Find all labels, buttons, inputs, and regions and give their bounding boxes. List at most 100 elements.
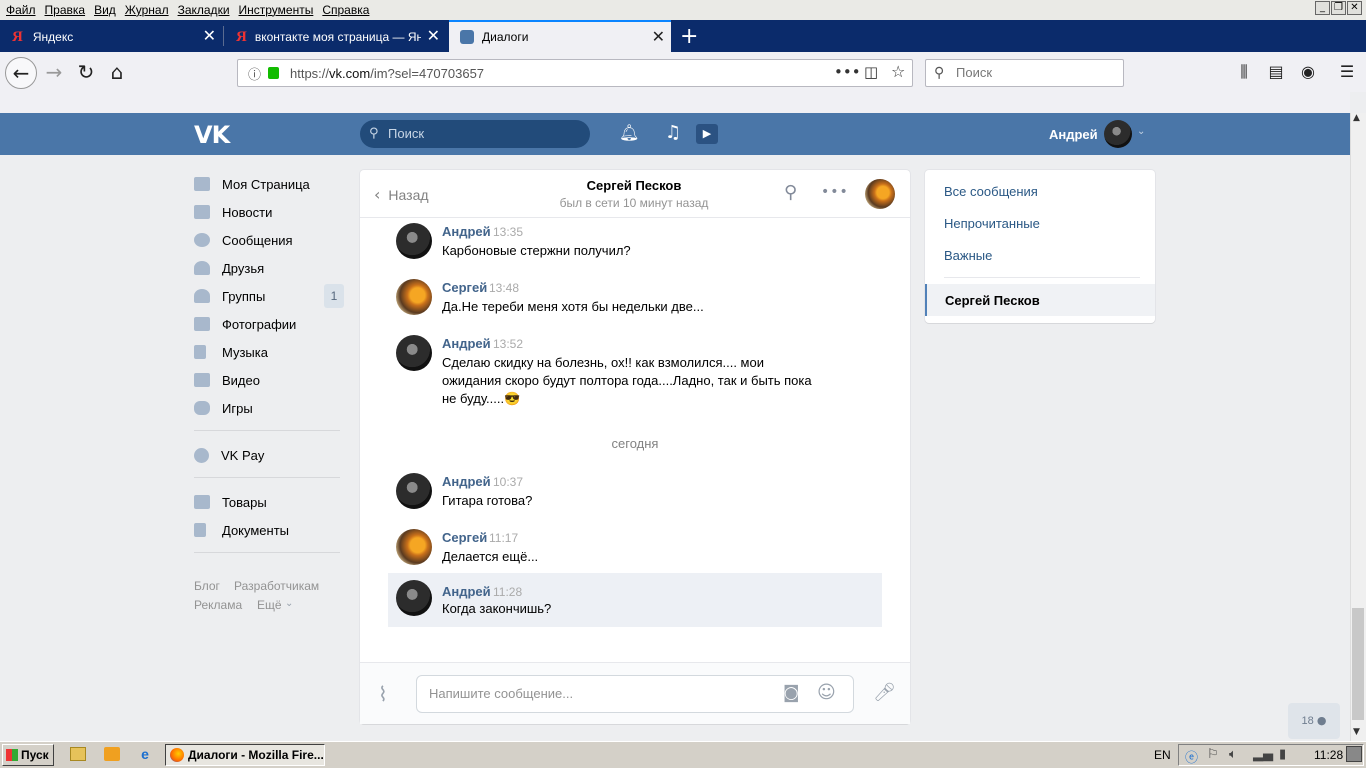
home-button[interactable]: ⌂: [103, 58, 131, 86]
filter-unread[interactable]: Непрочитанные: [944, 216, 1040, 231]
bell-icon[interactable]: 🔔︎: [619, 123, 639, 142]
menu-file[interactable]: Файл: [6, 3, 36, 17]
footer-link-ads[interactable]: Реклама: [194, 598, 242, 612]
microphone-icon[interactable]: 🎤︎: [873, 682, 896, 703]
reload-button[interactable]: ↻: [72, 58, 100, 86]
selected-dialog[interactable]: Сергей Песков: [925, 284, 1155, 316]
taskbar-task-firefox[interactable]: Диалоги - Mozilla Fire...: [165, 744, 325, 766]
pocket-icon[interactable]: ◫: [864, 63, 878, 81]
forward-button[interactable]: →: [40, 58, 68, 86]
avatar[interactable]: [865, 179, 895, 209]
tab-dialogs[interactable]: Диалоги ✕: [449, 20, 671, 52]
message-author[interactable]: Андрей: [442, 336, 491, 351]
menu-help[interactable]: Справка: [322, 3, 369, 17]
clock[interactable]: 11:28: [1314, 748, 1343, 762]
play-icon[interactable]: ▶: [696, 124, 718, 144]
sidebar-item-news[interactable]: Новости: [194, 198, 272, 226]
scroll-down-arrow[interactable]: ▼: [1353, 727, 1360, 737]
online-friends-button[interactable]: 18 ●: [1288, 703, 1340, 739]
avatar[interactable]: [1104, 120, 1132, 148]
flag-icon[interactable]: ⚐: [1207, 747, 1219, 762]
sidebar-item-my-page[interactable]: Моя Страница: [194, 170, 310, 198]
sidebar-item-music[interactable]: Музыка: [194, 338, 268, 366]
search-icon[interactable]: ⚲: [784, 182, 797, 203]
message-time[interactable]: 11:17: [489, 531, 518, 545]
bookmark-star-icon[interactable]: ☆: [891, 62, 905, 81]
menu-view[interactable]: Вид: [94, 3, 116, 17]
message-time[interactable]: 11:28: [493, 585, 522, 599]
menu-bookmarks[interactable]: Закладки: [178, 3, 230, 17]
attach-icon[interactable]: ⌇: [378, 682, 388, 706]
message-time[interactable]: 13:52: [493, 337, 523, 351]
sidebar-item-vkpay[interactable]: VK Pay: [194, 441, 264, 469]
close-tab-icon[interactable]: ✕: [203, 28, 216, 44]
message-author[interactable]: Андрей: [442, 474, 491, 489]
avatar[interactable]: [396, 223, 432, 259]
vk-user-name[interactable]: Андрей: [1049, 127, 1098, 142]
search-input[interactable]: ⚲ Поиск: [925, 59, 1124, 87]
network-e-icon[interactable]: ⓔ: [1185, 747, 1198, 766]
avatar[interactable]: [396, 279, 432, 315]
avatar[interactable]: [396, 473, 432, 509]
close-tab-icon[interactable]: ✕: [652, 29, 665, 45]
sidebar-item-documents[interactable]: Документы: [194, 516, 289, 544]
menu-tools[interactable]: Инструменты: [239, 3, 314, 17]
sidebar-item-photos[interactable]: Фотографии: [194, 310, 296, 338]
tab-vk-search[interactable]: Я вконтакте моя страница — Янд ✕: [224, 22, 446, 52]
library-icon[interactable]: ⫼: [1230, 58, 1258, 86]
page-actions-icon[interactable]: •••: [834, 63, 861, 81]
close-window-button[interactable]: ✕: [1347, 1, 1362, 15]
volume-icon[interactable]: 🔈︎: [1229, 747, 1237, 762]
chevron-down-icon[interactable]: ⌄: [1137, 126, 1145, 137]
signal-icon[interactable]: ▂▄: [1253, 747, 1273, 762]
battery-icon[interactable]: ▮: [1279, 747, 1286, 762]
start-button[interactable]: Пуск: [2, 744, 54, 766]
footer-link-developers[interactable]: Разработчикам: [234, 579, 319, 593]
sidebar-icon[interactable]: ▤: [1262, 58, 1290, 86]
tab-yandex[interactable]: Я Яндекс ✕: [0, 22, 222, 52]
menu-edit[interactable]: Правка: [45, 3, 86, 17]
ie-icon[interactable]: e: [137, 746, 153, 762]
music-note-icon[interactable]: ♫: [665, 122, 681, 143]
sidebar-item-messages[interactable]: Сообщения: [194, 226, 293, 254]
message-author[interactable]: Сергей: [442, 530, 487, 545]
avatar[interactable]: [396, 529, 432, 565]
message-time[interactable]: 13:48: [489, 281, 519, 295]
info-icon[interactable]: ⓘ: [248, 64, 261, 83]
vk-logo[interactable]: VK: [194, 121, 230, 149]
folder-icon[interactable]: [70, 747, 86, 761]
show-desktop-icon[interactable]: [1346, 746, 1362, 762]
footer-link-blog[interactable]: Блог: [194, 579, 220, 593]
menu-history[interactable]: Журнал: [125, 3, 169, 17]
message-author[interactable]: Андрей: [442, 584, 491, 599]
sidebar-item-groups[interactable]: Группы: [194, 282, 265, 310]
emoji-icon[interactable]: ☺: [817, 682, 836, 703]
vk-search-input[interactable]: ⚲ Поиск: [360, 120, 590, 148]
account-icon[interactable]: ◉: [1294, 58, 1322, 86]
minimize-button[interactable]: _: [1315, 1, 1330, 15]
footer-link-more[interactable]: Ещё: [257, 598, 282, 612]
camera-icon[interactable]: ◙: [783, 683, 800, 703]
language-indicator[interactable]: EN: [1154, 748, 1171, 762]
new-tab-button[interactable]: +: [680, 24, 698, 49]
sidebar-item-games[interactable]: Игры: [194, 394, 253, 422]
url-bar[interactable]: ⓘ https://vk.com/im?sel=470703657 ••• ◫ …: [237, 59, 913, 87]
message-time[interactable]: 13:35: [493, 225, 523, 239]
sidebar-item-friends[interactable]: Друзья: [194, 254, 264, 282]
avatar[interactable]: [396, 580, 432, 616]
filter-important[interactable]: Важные: [944, 248, 992, 263]
maximize-button[interactable]: ❐: [1331, 1, 1346, 15]
sidebar-item-video[interactable]: Видео: [194, 366, 260, 394]
scrollbar-thumb[interactable]: [1352, 608, 1364, 720]
message-author[interactable]: Сергей: [442, 280, 487, 295]
message-author[interactable]: Андрей: [442, 224, 491, 239]
sidebar-item-goods[interactable]: Товары: [194, 488, 267, 516]
more-actions-icon[interactable]: •••: [821, 184, 849, 200]
media-player-icon[interactable]: [104, 747, 120, 761]
scroll-up-arrow[interactable]: ▲: [1353, 113, 1360, 123]
close-tab-icon[interactable]: ✕: [427, 28, 440, 44]
avatar[interactable]: [396, 335, 432, 371]
back-button[interactable]: ←: [5, 57, 37, 89]
hamburger-menu-icon[interactable]: ☰: [1333, 58, 1361, 86]
filter-all-messages[interactable]: Все сообщения: [944, 184, 1038, 199]
